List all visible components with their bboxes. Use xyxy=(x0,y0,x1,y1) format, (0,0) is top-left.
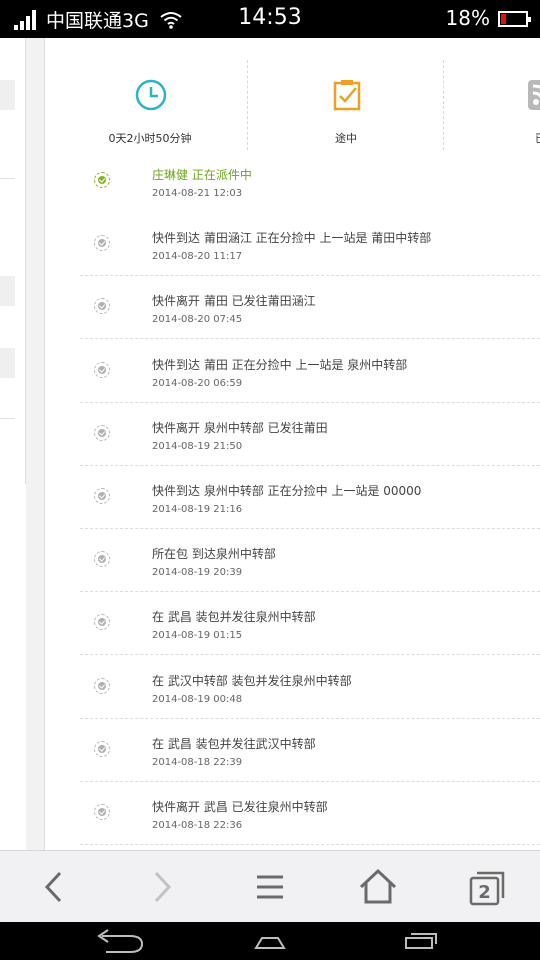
system-home-icon[interactable] xyxy=(242,928,298,954)
event-timestamp: 2014-08-19 01:15 xyxy=(152,630,243,642)
event-description: 快件离开 莆田 已发往莆田涵江 xyxy=(152,294,316,309)
system-recents-icon[interactable] xyxy=(392,928,448,954)
status-dot-icon xyxy=(94,172,110,188)
panel-gap xyxy=(26,38,44,850)
status-dot-icon xyxy=(94,804,110,820)
event-timestamp: 2014-08-21 12:03 xyxy=(152,188,243,199)
timeline-entry: 快件离开 武昌 已发往泉州中转部 2014-08-18 22:36 xyxy=(80,782,540,845)
event-timestamp: 2014-08-19 20:39 xyxy=(152,567,243,579)
event-description: 在 武汉中转部 装包并发往泉州中转部 xyxy=(152,673,352,688)
event-description: 快件到达 莆田 正在分捡中 上一站是 泉州中转部 xyxy=(152,357,408,372)
event-description: 在 武昌 装包并发往泉州中转部 xyxy=(152,610,316,625)
system-nav-bar xyxy=(0,922,540,960)
timeline-entry: 快件到达 莆田 正在分捡中 上一站是 泉州中转部 2014-08-20 06:59 xyxy=(80,340,540,403)
status-dot-icon xyxy=(94,361,110,378)
event-description: 在 武昌 装包并发往武汉中转部 xyxy=(152,736,316,751)
status-bar: 中国联通3G 14:53 18% xyxy=(0,0,540,38)
event-timestamp: 2014-08-19 21:16 xyxy=(152,504,243,515)
status-dot-icon xyxy=(94,424,110,441)
left-panel xyxy=(0,38,26,484)
summary-row: 0天2小时50分钟 途中 已i xyxy=(52,60,540,150)
event-description: 快件到达 莆田涵江 正在分捡中 上一站是 莆田中转部 xyxy=(152,231,432,246)
elapsed-time-item: 0天2小时50分钟 xyxy=(52,60,248,150)
timeline-entry: 在 武昌 装包并发往泉州中转部 2014-08-19 01:15 xyxy=(80,592,540,656)
event-timestamp: 2014-08-19 21:50 xyxy=(152,440,243,452)
timeline-entry: 快件离开 泉州中转部 已发往莆田 2014-08-19 21:50 xyxy=(80,403,540,466)
event-timestamp: 2014-08-20 07:45 xyxy=(152,314,243,326)
windows-count: 2 xyxy=(478,882,491,903)
browser-toolbar: 2 xyxy=(0,850,540,923)
checklist-icon xyxy=(333,80,361,111)
status-dot-icon xyxy=(94,298,110,315)
event-description: 快件到达 泉州中转部 正在分捡中 上一站是 00000 xyxy=(152,484,422,498)
system-back-icon[interactable] xyxy=(92,928,148,954)
status-item: 途中 xyxy=(248,60,444,150)
event-description: 快件离开 武昌 已发往泉州中转部 xyxy=(152,800,328,814)
signed-label: 已i xyxy=(444,130,540,146)
status-dot-icon xyxy=(94,614,110,631)
back-arrow-icon[interactable] xyxy=(32,865,76,909)
status-dot-icon xyxy=(94,551,110,568)
event-timestamp: 2014-08-18 22:36 xyxy=(152,820,243,831)
battery-icon xyxy=(498,11,531,27)
signed-item: 已i xyxy=(444,60,540,150)
timeline-entry: 快件离开 莆田 已发往莆田涵江 2014-08-20 07:45 xyxy=(80,276,540,340)
clock-icon xyxy=(135,79,167,111)
timeline-entry: 所在包 到达泉州中转部 2014-08-19 20:39 xyxy=(80,529,540,593)
timeline-entry: 快件到达 莆田涵江 正在分捡中 上一站是 莆田中转部 2014-08-20 11:… xyxy=(80,213,540,277)
event-timestamp: 2014-08-20 06:59 xyxy=(152,377,243,389)
elapsed-time-label: 0天2小时50分钟 xyxy=(108,132,192,145)
timeline-entry: 在 武汉中转部 装包并发往泉州中转部 2014-08-19 00:48 xyxy=(80,656,540,719)
status-dot-icon xyxy=(94,740,110,757)
event-timestamp: 2014-08-20 11:17 xyxy=(152,251,243,263)
rss-icon xyxy=(528,80,540,110)
event-timestamp: 2014-08-18 22:39 xyxy=(152,756,243,768)
event-description: 快件离开 泉州中转部 已发往莆田 xyxy=(152,420,328,435)
entry-divider xyxy=(80,844,540,845)
status-dot-icon xyxy=(94,677,110,694)
timeline-entry: 在 武昌 装包并发往武汉中转部 2014-08-18 22:39 xyxy=(80,719,540,782)
event-timestamp: 2014-08-19 00:48 xyxy=(152,693,243,705)
event-description: 庄琳健 正在派件中 xyxy=(152,168,252,182)
home-icon[interactable] xyxy=(356,865,400,909)
divider xyxy=(247,60,248,150)
windows-icon[interactable]: 2 xyxy=(464,865,508,909)
menu-icon[interactable] xyxy=(248,865,292,909)
status-dot-icon xyxy=(94,235,110,252)
forward-arrow-icon[interactable] xyxy=(140,865,184,909)
timeline-entry: 庄琳健 正在派件中 2014-08-21 12:03 xyxy=(80,150,540,213)
battery-percent: 18% xyxy=(445,6,490,30)
status-label: 途中 xyxy=(335,132,357,145)
status-dot-icon xyxy=(94,488,110,504)
event-description: 所在包 到达泉州中转部 xyxy=(152,547,276,562)
divider xyxy=(443,60,444,150)
timeline-entry: 快件到达 泉州中转部 正在分捡中 上一站是 00000 2014-08-19 21… xyxy=(80,466,540,529)
